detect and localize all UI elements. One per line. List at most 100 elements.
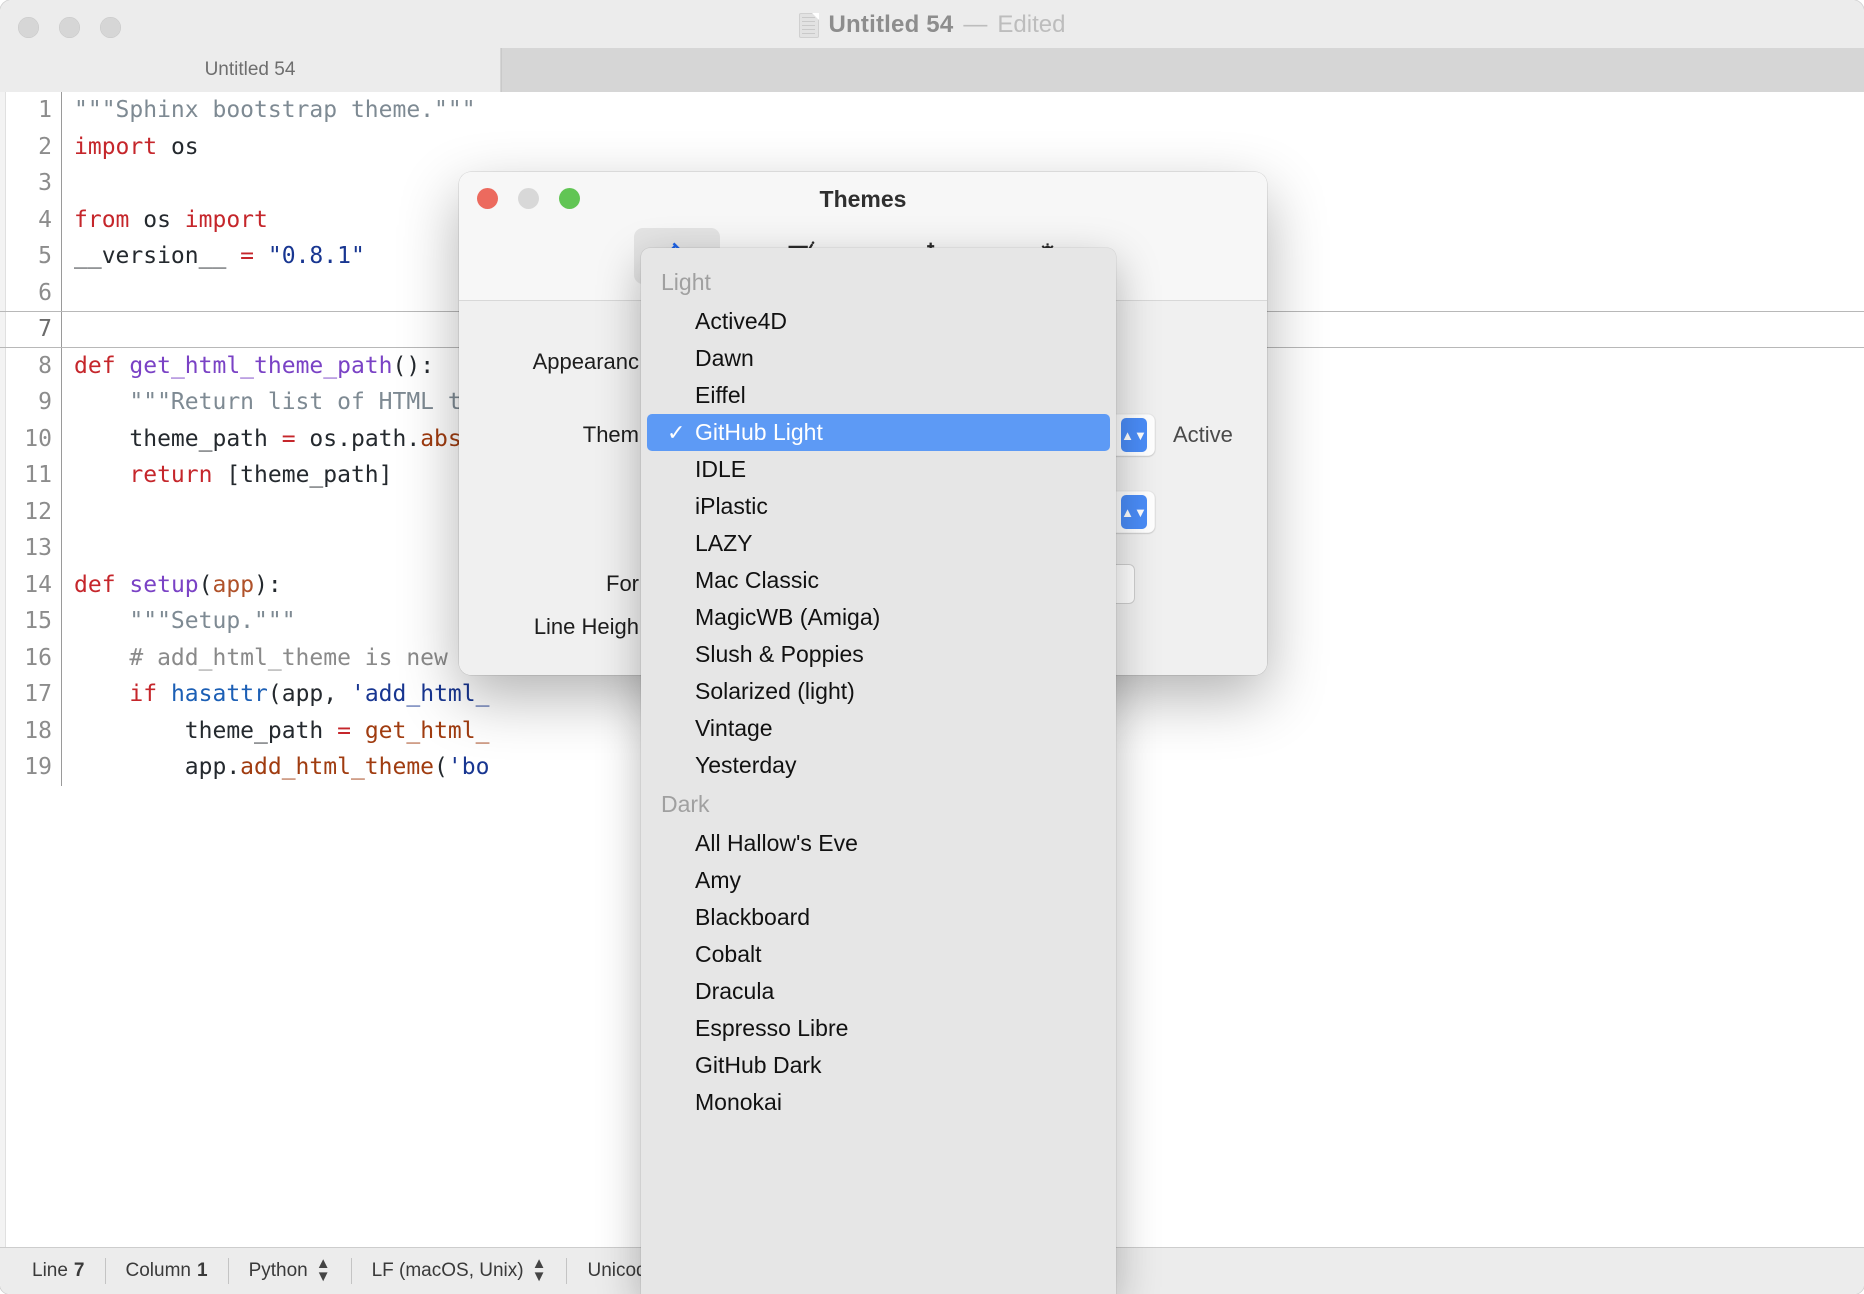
menu-item-espresso-libre[interactable]: ✓Espresso Libre [647,1010,1110,1047]
status-line-value: 7 [73,1260,85,1281]
code-token: "0.8.1" [267,243,365,269]
gutter-separator [61,165,62,202]
line-number: 4 [38,206,52,233]
checkmark-icon: ✓ [667,1016,695,1042]
gutter-separator [61,238,62,275]
status-column-value: 1 [196,1260,208,1281]
menu-item-label: IDLE [695,456,747,482]
code-line-text: theme_path = get_html_ [74,713,490,750]
editor-title-edited-state: Edited [997,11,1066,38]
code-token: = [281,425,296,452]
menu-item-amy[interactable]: ✓Amy [647,862,1110,899]
screen: Untitled 54 — Edited Untitled 54 1 """Sph… [0,0,1864,1294]
line-number: 7 [38,316,52,342]
menu-item-yesterday[interactable]: ✓Yesterday [647,747,1110,784]
menu-item-dawn[interactable]: ✓Dawn [647,340,1110,377]
gutter-separator [61,530,62,567]
row-appearance: Appearanc [459,349,655,375]
checkmark-icon: ✓ [667,1053,695,1079]
code-token: setup [129,571,199,598]
menu-item-github-dark[interactable]: ✓GitHub Dark [647,1047,1110,1084]
tab-untitled-54[interactable]: Untitled 54 [0,48,501,92]
menu-item-mac-classic[interactable]: ✓Mac Classic [647,562,1110,599]
code-line-text: """Setup.""" [74,603,295,640]
menu-item-slush-poppies[interactable]: ✓Slush & Poppies [647,636,1110,673]
gutter-separator [61,749,62,786]
menu-item-eiffel[interactable]: ✓Eiffel [647,377,1110,414]
code-token: """Return list of HTML the [74,389,490,415]
code-line-text: app.add_html_theme('bo [74,749,490,786]
line-number: 16 [24,644,52,671]
menu-item-label: Vintage [695,715,773,741]
menu-item-lazy[interactable]: ✓LAZY [647,525,1110,562]
menu-item-cobalt[interactable]: ✓Cobalt [647,936,1110,973]
editor-title-dash: — [963,11,988,38]
gutter-separator [61,712,62,749]
code-token: return [129,462,213,488]
menu-item-dracula[interactable]: ✓Dracula [647,973,1110,1010]
code-token: (): [392,352,435,379]
zoom-button[interactable] [100,17,121,38]
line-number: 14 [24,571,52,598]
checkmark-icon: ✓ [667,979,695,1005]
gutter-separator [61,420,62,457]
editor-traffic-lights[interactable] [18,17,121,38]
checkmark-icon: ✓ [667,457,695,483]
menu-item-idle[interactable]: ✓IDLE [647,451,1110,488]
code-line-text: if hasattr(app, 'add_html_ [74,676,489,713]
menu-item-label: GitHub Light [695,419,823,445]
gutter-separator [61,92,62,129]
code-token: os.path. [295,425,421,452]
code-token: def [74,352,116,379]
line-number: 11 [24,462,52,488]
menu-item-iplastic[interactable]: ✓iPlastic [647,488,1110,525]
themes-window-title: Themes [819,186,907,212]
status-column: Column 1 [106,1258,229,1284]
code-line-text: def setup(app): [74,567,282,604]
close-button[interactable] [18,17,39,38]
code-token: ( [198,571,213,598]
checkmark-icon: ✓ [667,716,695,742]
menu-item-magicwb-amiga[interactable]: ✓MagicWB (Amiga) [647,599,1110,636]
line-number: 1 [38,97,52,123]
menu-item-label: Monokai [695,1089,782,1115]
code-token: get_html_theme_path [129,352,393,379]
checkmark-icon: ✓ [667,1090,695,1116]
theme-dropdown-menu[interactable]: Light✓Active4D✓Dawn✓Eiffel✓GitHub Light✓… [641,248,1116,1294]
code-token: 'bo [447,754,490,780]
menu-item-solarized-light[interactable]: ✓Solarized (light) [647,673,1110,710]
menu-item-active4d[interactable]: ✓Active4D [647,303,1110,340]
line-number: 12 [24,498,52,525]
menu-item-label: iPlastic [695,493,768,519]
status-line-ending-selector[interactable]: LF (macOS, Unix) ▲ ▼ [352,1256,568,1284]
menu-item-github-light[interactable]: ✓ GitHub Light [647,414,1110,451]
menu-item-vintage[interactable]: ✓Vintage [647,710,1110,747]
checkmark-icon: ✓ [667,831,695,857]
checkmark-icon: ✓ [667,868,695,894]
chevron-updown-icon: ▲▼ [315,1255,331,1285]
status-line: Line 7 [12,1258,106,1284]
menu-item-blackboard[interactable]: ✓Blackboard [647,899,1110,936]
code-token: os [157,133,199,160]
code-token: theme_path [74,717,338,744]
editor-title-text: Untitled 54 [828,11,954,38]
menu-item-label: GitHub Dark [695,1052,822,1078]
gutter-separator [61,384,62,421]
code-token: [theme_path] [212,462,393,488]
status-language-selector[interactable]: Python ▲ ▼ [229,1255,352,1285]
menu-item-all-hallow-s-eve[interactable]: ✓All Hallow's Eve [647,825,1110,862]
code-token: from [74,206,130,233]
line-number: 10 [24,425,52,452]
menu-item-label: Solarized (light) [695,678,855,704]
menu-item-monokai[interactable]: ✓Monokai [647,1084,1110,1121]
code-token: = [240,243,255,269]
menu-item-label: Dawn [695,345,754,371]
status-line-label: Line [32,1260,68,1281]
checkmark-icon: ✓ [667,309,695,335]
menu-item-label: Active4D [695,308,788,334]
minimize-button[interactable] [59,17,80,38]
